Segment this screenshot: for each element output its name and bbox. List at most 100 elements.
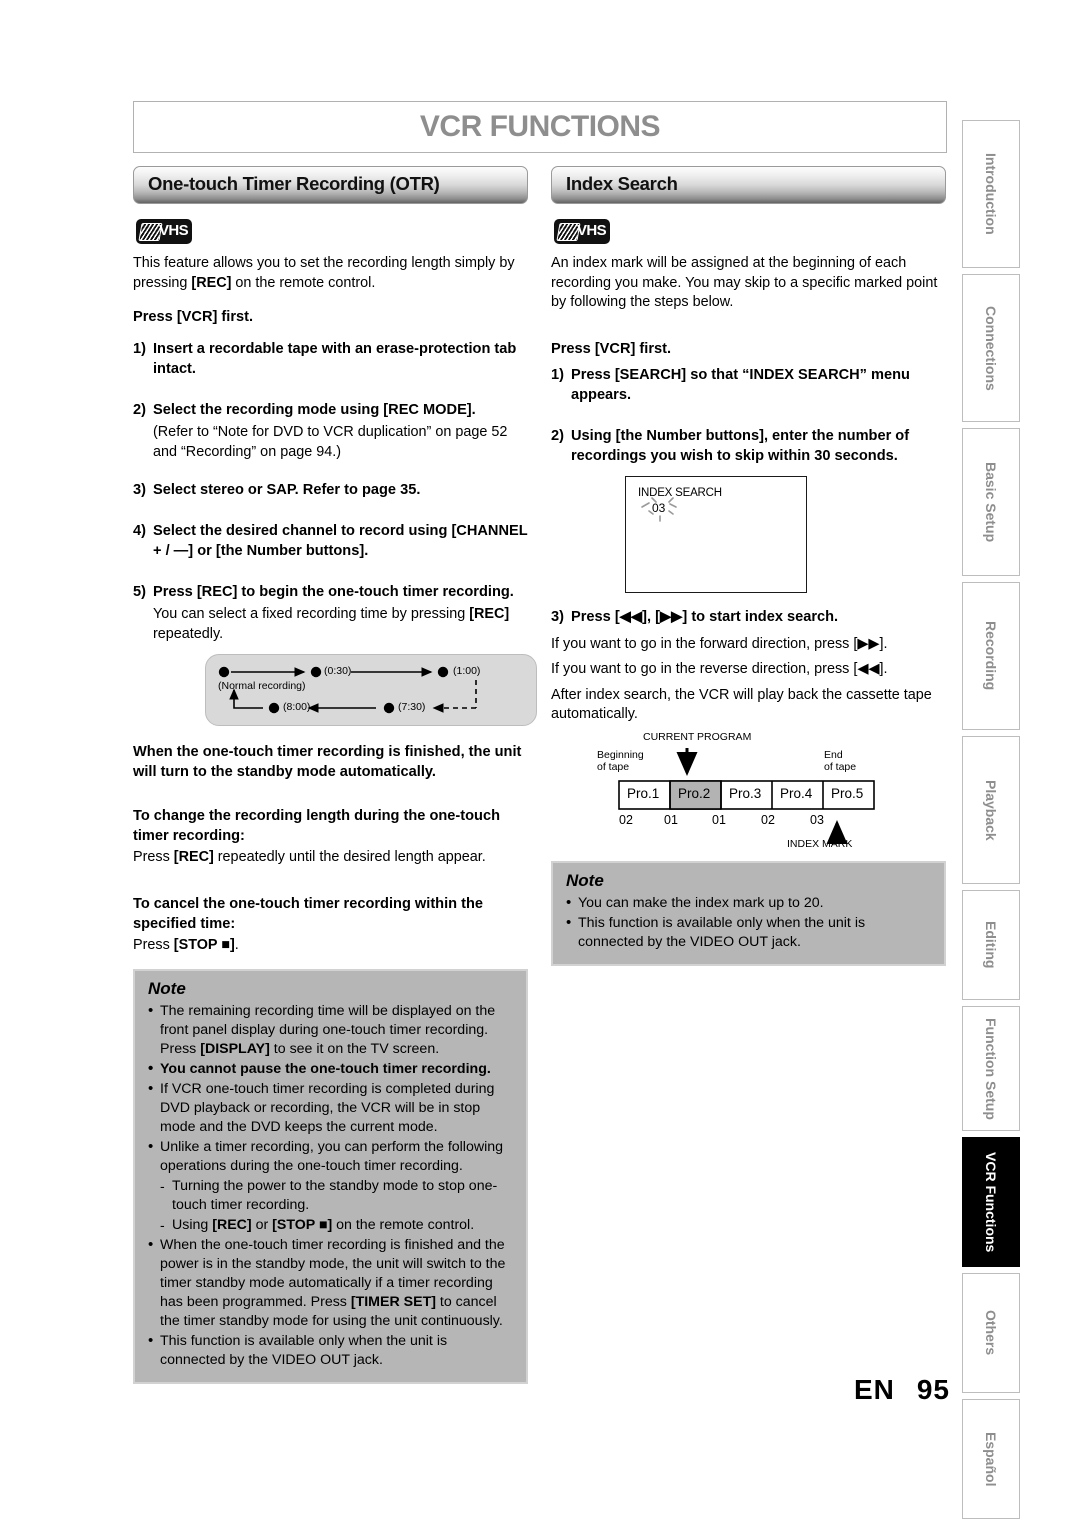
chapter-title-box: VCR FUNCTIONS <box>133 101 947 153</box>
otr-step-1-text: Insert a recordable tape with an erase-p… <box>153 341 517 377</box>
note-item: • You cannot pause the one-touch timer r… <box>146 1060 515 1079</box>
tape-cell-1: Pro.1 <box>627 785 660 801</box>
tape-mark-5: 03 <box>810 812 824 827</box>
index-search-intro-text: An index mark will be assigned at the be… <box>551 255 938 310</box>
otr-step-1-num: 1) <box>133 341 146 357</box>
otr-step-2-num: 2) <box>133 402 146 418</box>
sidebar-tab-playback[interactable]: Playback <box>962 736 1020 884</box>
note-item-text: When the one-touch timer recording is fi… <box>160 1237 506 1329</box>
bullet-icon: • <box>148 1080 154 1097</box>
index-step-3: 3) Press [◀◀], [▶▶] to start index searc… <box>551 607 946 627</box>
otr-node-normal-label: (Normal recording) <box>218 680 306 692</box>
note-subitem-text: Using [REC] or [STOP ■] on the remote co… <box>172 1217 475 1233</box>
index-step-3-num: 3) <box>551 608 564 625</box>
index-step-2: 2) Using [the Number buttons], enter the… <box>551 426 946 466</box>
sidebar-tab-label: VCR Functions <box>983 1151 999 1253</box>
sidebar-tab-function-setup[interactable]: Function Setup <box>962 1006 1020 1131</box>
sidebar-tab-label: Basic Setup <box>983 461 999 543</box>
otr-cancel-body: Press [STOP ■]. <box>133 936 239 953</box>
section-title-otr: One-touch Timer Recording (OTR) <box>148 172 440 194</box>
chapter-index-tabs: Introduction Connections Basic Setup Rec… <box>962 120 1020 1525</box>
otr-node-100-label: (1:00) <box>453 665 481 677</box>
sidebar-tab-vcr-functions[interactable]: VCR Functions <box>962 1137 1020 1267</box>
sidebar-tab-label: Español <box>983 1431 999 1487</box>
note-item-text: This function is available only when the… <box>160 1333 448 1368</box>
index-step-1: 1) Press [SEARCH] so that “INDEX SEARCH”… <box>551 365 946 405</box>
sidebar-tab-basic-setup[interactable]: Basic Setup <box>962 428 1020 576</box>
otr-change-length-head: To change the recording length during th… <box>133 808 500 844</box>
blink-marks-icon <box>641 496 677 522</box>
otr-cycle-diagram: (Normal recording) (0:30) (1:00) (7:30) … <box>205 654 537 726</box>
otr-step-1: 1) Insert a recordable tape with an eras… <box>133 339 528 379</box>
note-item-text: The remaining recording time will be dis… <box>160 1003 496 1057</box>
note-item: • The remaining recording time will be d… <box>146 1002 515 1059</box>
sidebar-tab-espanol[interactable]: Español <box>962 1399 1020 1519</box>
otr-change-length-body: Press [REC] repeatedly until the desired… <box>133 849 486 865</box>
tape-cell-3: Pro.3 <box>729 785 762 801</box>
page-footer: EN 95 <box>760 1374 950 1406</box>
bullet-icon: • <box>148 1138 154 1155</box>
note-item: • This function is available only when t… <box>146 1332 515 1370</box>
sidebar-tab-recording[interactable]: Recording <box>962 582 1020 730</box>
note-item: • If VCR one-touch timer recording is co… <box>146 1080 515 1137</box>
sidebar-tab-label: Function Setup <box>983 1017 999 1120</box>
index-after-search-text: After index search, the VCR will play ba… <box>551 686 932 723</box>
osd-index-search-screen: INDEX SEARCH 03 <box>625 475 807 593</box>
otr-node-030-label: (0:30) <box>324 665 352 677</box>
vhs-badge-icon: VHS <box>136 219 192 244</box>
index-step-1-text: Press [SEARCH] so that “INDEX SEARCH” me… <box>571 366 910 403</box>
footer-language: EN <box>853 1374 895 1405</box>
index-step-1-num: 1) <box>551 366 564 383</box>
note-item: • When the one-touch timer recording is … <box>146 1236 515 1331</box>
note-item: • Unlike a timer recording, you can perf… <box>146 1138 515 1176</box>
index-press-vcr-first: Press [VCR] first. <box>551 340 672 357</box>
left-column: One-touch Timer Recording (OTR) VHS This… <box>133 166 537 1384</box>
sidebar-tab-label: Others <box>983 1310 999 1356</box>
otr-step-3-text: Select stereo or SAP. Refer to page 35. <box>153 482 421 498</box>
sidebar-tab-connections[interactable]: Connections <box>962 274 1020 422</box>
otr-press-vcr-first: Press [VCR] first. <box>133 309 254 325</box>
otr-cancel-head: To cancel the one-touch timer recording … <box>133 895 484 932</box>
index-forward-text: If you want to go in the forward directi… <box>551 635 888 652</box>
end-of-tape-label: End of tape <box>824 748 857 774</box>
tape-mark-3: 01 <box>712 812 726 827</box>
note-item-text: Unlike a timer recording, you can perfor… <box>160 1139 504 1174</box>
tape-mark-2: 01 <box>664 812 678 827</box>
section-title-index-search: Index Search <box>566 172 678 194</box>
note-subitem: - Turning the power to the standby mode … <box>146 1177 515 1215</box>
manual-page: VCR FUNCTIONS One-touch Timer Recording … <box>0 0 1080 1528</box>
otr-step-5-text: Press [REC] to begin the one-touch timer… <box>153 584 514 600</box>
dash-icon: - <box>160 1217 165 1233</box>
right-column: Index Search VHS An index mark will be a… <box>551 166 946 966</box>
vhs-badge-icon: VHS <box>554 219 610 244</box>
otr-step-2-sub: (Refer to “Note for DVD to VCR duplicati… <box>153 424 508 460</box>
sidebar-tab-editing[interactable]: Editing <box>962 890 1020 1000</box>
beginning-of-tape-label: Beginning of tape <box>597 748 644 774</box>
sidebar-tab-label: Connections <box>983 305 999 391</box>
section-header-index-search: Index Search <box>551 166 946 204</box>
note-box-otr: Note • The remaining recording time will… <box>133 969 528 1384</box>
otr-step-4-num: 4) <box>133 523 146 539</box>
sidebar-tab-introduction[interactable]: Introduction <box>962 120 1020 268</box>
index-step-2-text: Using [the Number buttons], enter the nu… <box>571 427 910 464</box>
bullet-icon: • <box>148 1332 154 1349</box>
otr-step-3: 3) Select stereo or SAP. Refer to page 3… <box>133 480 528 500</box>
index-step-3-text: Press [◀◀], [▶▶] to start index search. <box>571 608 839 625</box>
tape-index-diagram: CURRENT PROGRAM Beginning of tape End of t… <box>579 731 909 851</box>
note-title: Note <box>566 870 604 890</box>
bullet-icon: • <box>566 913 572 931</box>
bullet-icon: • <box>148 1060 154 1077</box>
sidebar-tab-others[interactable]: Others <box>962 1273 1020 1393</box>
otr-step-5-num: 5) <box>133 584 146 600</box>
otr-finish-note: When the one-touch timer recording is fi… <box>133 744 522 780</box>
otr-node-800-label: (8:00) <box>283 701 311 713</box>
note-item: • This function is available only when t… <box>564 914 933 952</box>
tape-mark-1: 02 <box>619 812 633 827</box>
footer-page-number: 95 <box>916 1374 950 1405</box>
note-title: Note <box>148 979 186 998</box>
note-item-text: You cannot pause the one-touch timer rec… <box>160 1061 491 1077</box>
sidebar-tab-label: Recording <box>983 621 999 691</box>
